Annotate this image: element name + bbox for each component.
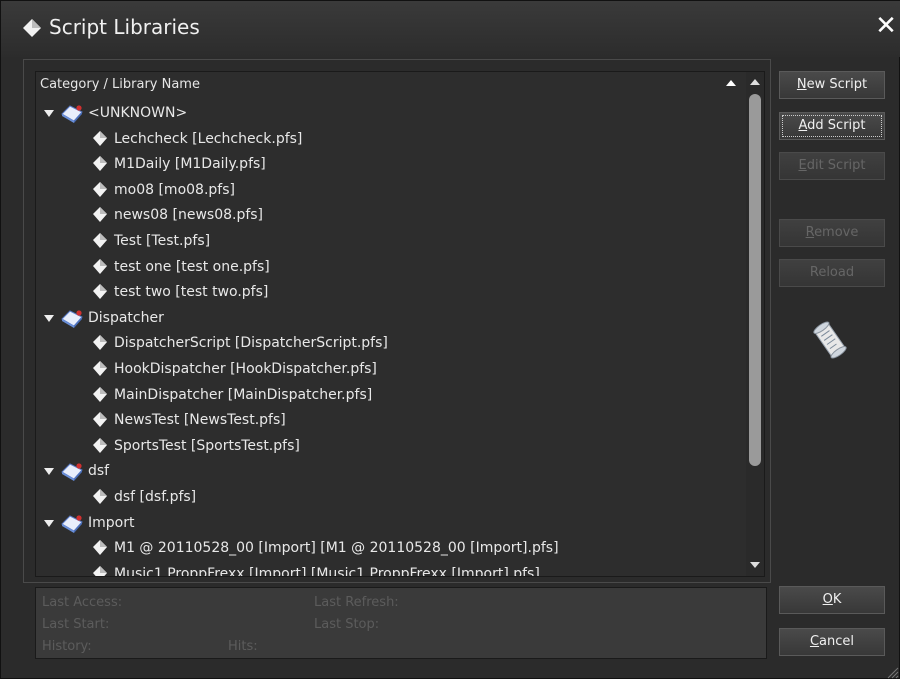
folder-icon [61, 310, 83, 328]
tree-script-row[interactable]: test one [test one.pfs] [36, 256, 736, 280]
script-diamond-icon [93, 412, 107, 428]
category-label: dsf [88, 463, 110, 480]
tree-script-row[interactable]: dsf [dsf.pfs] [36, 486, 736, 510]
tree-category-row[interactable]: Import [36, 512, 736, 536]
window-title: Script Libraries [49, 15, 200, 39]
script-label: NewsTest [NewsTest.pfs] [114, 412, 286, 429]
tree-script-row[interactable]: HookDispatcher [HookDispatcher.pfs] [36, 358, 736, 382]
script-label: Test [Test.pfs] [114, 233, 211, 249]
tree-script-row[interactable]: M1 @ 20110528_00 [Import] [M1 @ 20110528… [36, 537, 736, 561]
script-diamond-icon [93, 130, 107, 146]
tree-script-row[interactable]: M1Daily [M1Daily.pfs] [36, 153, 736, 177]
script-diamond-icon [93, 489, 107, 504]
scroll-thumb[interactable] [749, 94, 761, 466]
category-label: <UNKNOWN> [88, 105, 188, 121]
expand-arrow-icon[interactable] [44, 468, 54, 476]
script-label: test two [test two.pfs] [114, 284, 269, 301]
folder-icon [61, 463, 83, 482]
script-label: DispatcherScript [DispatcherScript.pfs] [114, 335, 388, 352]
script-diamond-icon [93, 361, 107, 376]
last-stop-label: Last Stop: [314, 617, 380, 632]
script-diamond-icon [93, 335, 107, 351]
folder-icon [61, 105, 83, 123]
script-diamond-icon [93, 156, 107, 172]
script-diamond-icon [23, 19, 41, 37]
script-label: news08 [news08.pfs] [114, 207, 264, 224]
reload-button[interactable]: Reload [779, 259, 885, 287]
ok-button[interactable]: OK [779, 586, 885, 614]
scroll-document-icon [813, 321, 847, 359]
tree-category-row[interactable]: dsf [36, 460, 736, 484]
edit-script-button[interactable]: Edit Script [779, 152, 885, 180]
tree-script-row[interactable]: Test [Test.pfs] [36, 230, 736, 254]
script-diamond-icon [93, 565, 107, 576]
expand-arrow-icon[interactable] [44, 519, 54, 527]
hits-label: Hits: [228, 639, 258, 654]
tree-category-row[interactable]: Dispatcher [36, 307, 736, 331]
expand-arrow-icon[interactable] [44, 110, 54, 117]
tree-script-row[interactable]: mo08 [mo08.pfs] [36, 179, 736, 203]
script-diamond-icon [93, 284, 107, 300]
script-label: Lechcheck [Lechcheck.pfs] [114, 130, 303, 147]
tree-script-row[interactable]: SportsTest [SportsTest.pfs] [36, 435, 736, 459]
library-tree[interactable]: Category / Library Name <UNKNOWN> Lechche… [35, 71, 765, 577]
script-label: SportsTest [SportsTest.pfs] [114, 437, 300, 454]
category-label: Dispatcher [88, 309, 164, 326]
script-label: test one [test one.pfs] [114, 258, 270, 275]
cancel-button[interactable]: Cancel [779, 628, 885, 656]
script-label: mo08 [mo08.pfs] [114, 181, 235, 198]
tree-script-row[interactable]: NewsTest [NewsTest.pfs] [36, 409, 736, 433]
column-header-label: Category / Library Name [40, 77, 200, 92]
tree-script-row[interactable]: MainDispatcher [MainDispatcher.pfs] [36, 384, 736, 408]
script-diamond-icon [93, 181, 107, 197]
script-diamond-icon [93, 540, 107, 556]
last-start-label: Last Start: [42, 617, 110, 632]
tree-script-row[interactable]: Lechcheck [Lechcheck.pfs] [36, 128, 736, 152]
script-label: MainDispatcher [MainDispatcher.pfs] [114, 386, 373, 403]
add-script-button[interactable]: Add Script [779, 112, 885, 140]
script-diamond-icon [93, 258, 107, 274]
script-diamond-icon [93, 386, 107, 402]
tree-script-row[interactable]: DispatcherScript [DispatcherScript.pfs] [36, 332, 736, 356]
tree-script-row[interactable]: test two [test two.pfs] [36, 281, 736, 305]
folder-icon [61, 514, 83, 533]
remove-button[interactable]: Remove [779, 219, 885, 247]
history-label: History: [42, 639, 92, 654]
new-script-button[interactable]: New Script [779, 71, 885, 99]
script-libraries-window: Script Libraries ✕ Category / Library Na… [0, 0, 900, 679]
close-button[interactable]: ✕ [873, 13, 899, 39]
scroll-up-arrow-icon[interactable] [750, 79, 760, 85]
script-diamond-icon [93, 207, 107, 223]
tree-category-row[interactable]: <UNKNOWN> [36, 102, 736, 126]
vertical-scrollbar[interactable] [746, 72, 764, 576]
script-label: M1 @ 20110528_00 [Import] [M1 @ 20110528… [114, 540, 559, 557]
last-access-label: Last Access: [42, 595, 123, 610]
library-info-panel: Last Access: Last Refresh: Last Start: L… [35, 587, 767, 659]
sort-ascending-icon[interactable] [726, 80, 736, 86]
resize-grip-icon[interactable] [885, 665, 899, 679]
expand-arrow-icon[interactable] [44, 314, 54, 322]
script-diamond-icon [93, 437, 107, 453]
category-label: Import [88, 514, 135, 531]
script-label: HookDispatcher [HookDispatcher.pfs] [114, 361, 377, 377]
script-label: M1Daily [M1Daily.pfs] [114, 156, 266, 173]
script-diamond-icon [93, 233, 107, 248]
tree-script-row[interactable]: news08 [news08.pfs] [36, 204, 736, 228]
last-refresh-label: Last Refresh: [314, 595, 399, 610]
title-bar: Script Libraries ✕ [1, 1, 900, 57]
script-label: Music1 ProppFrexx [Import] [Music1 Propp… [114, 565, 540, 577]
tree-column-header[interactable]: Category / Library Name [36, 72, 746, 98]
scroll-down-arrow-icon[interactable] [750, 562, 760, 568]
script-label: dsf [dsf.pfs] [114, 489, 197, 505]
tree-script-row[interactable]: Music1 ProppFrexx [Import] [Music1 Propp… [36, 563, 736, 577]
